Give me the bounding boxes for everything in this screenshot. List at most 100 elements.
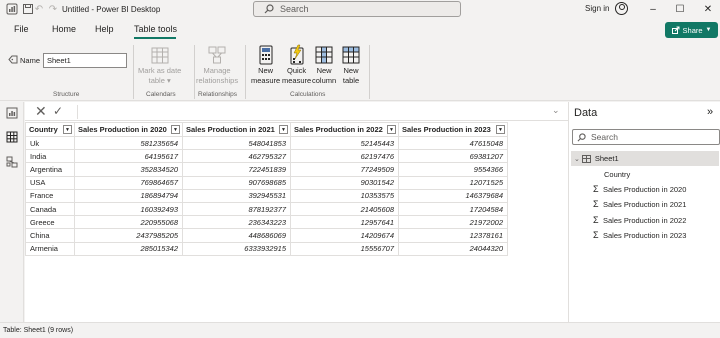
cell-2021[interactable]: 392945531 <box>182 188 291 203</box>
cell-2020[interactable]: 220955068 <box>74 215 183 230</box>
cell-2020[interactable]: 2437985205 <box>74 228 183 243</box>
cell-country[interactable]: India <box>25 149 75 164</box>
cell-2022[interactable]: 52145443 <box>290 135 399 151</box>
cell-2021[interactable]: 448686069 <box>182 228 291 243</box>
expand-formula-chevron-icon[interactable]: ⌄ <box>552 105 560 116</box>
filter-dropdown-icon[interactable]: ▼ <box>387 125 396 134</box>
cell-2022[interactable]: 15556707 <box>290 241 399 256</box>
ribbon-tabs: File Home Help Table tools <box>0 20 720 40</box>
cell-country[interactable]: Greece <box>25 215 75 230</box>
quick-measure-button[interactable]: Quick measure <box>282 44 311 86</box>
table-view-icon[interactable] <box>6 131 18 143</box>
report-view-icon[interactable] <box>6 107 18 119</box>
cell-2021[interactable]: 722451839 <box>182 162 291 177</box>
close-button[interactable]: ✕ <box>699 2 717 16</box>
cell-2021[interactable]: 907698685 <box>182 175 291 190</box>
maximize-button[interactable]: ☐ <box>671 2 689 16</box>
column-header-label: Country <box>29 125 58 134</box>
column-header-label: Sales Production in 2021 <box>186 125 275 134</box>
new-measure-button[interactable]: New measure <box>251 44 280 86</box>
formula-separator <box>77 105 78 119</box>
cell-2023[interactable]: 24044320 <box>398 241 508 256</box>
cancel-formula-icon[interactable]: ✕ <box>35 104 47 118</box>
table-view-canvas: ✕ ✓ ⌄ Country ▼ Sales Production in 2020 ▼… <box>25 102 568 322</box>
cell-2022[interactable]: 12957641 <box>290 215 399 230</box>
field-sales-2022[interactable]: Σ Sales Production in 2022 <box>593 214 686 226</box>
column-header-label: Sales Production in 2020 <box>78 125 167 134</box>
chevron-down-icon[interactable]: ⌄ <box>574 155 580 163</box>
status-bar: Table: Sheet1 (9 rows) <box>0 322 720 338</box>
cell-country[interactable]: USA <box>25 175 75 190</box>
cell-2022[interactable]: 10353575 <box>290 188 399 203</box>
user-avatar-icon[interactable] <box>615 2 628 15</box>
cell-2023[interactable]: 69381207 <box>398 149 508 164</box>
cell-2021[interactable]: 462795327 <box>182 149 291 164</box>
tree-item-sheet1[interactable]: ⌄ Sheet1 <box>571 151 719 166</box>
cell-2020[interactable]: 581235654 <box>74 135 183 151</box>
data-pane-search-input[interactable]: Search <box>572 129 720 145</box>
sign-in-link[interactable]: Sign in <box>585 4 609 13</box>
column-header-2021[interactable]: Sales Production in 2021 ▼ <box>182 122 291 137</box>
cell-2020[interactable]: 64195617 <box>74 149 183 164</box>
share-button[interactable]: Share ▼ <box>665 22 718 38</box>
cell-2022[interactable]: 21405608 <box>290 201 399 217</box>
cell-2022[interactable]: 14209674 <box>290 228 399 243</box>
undo-icon[interactable]: ↶ <box>33 3 45 15</box>
cell-2021[interactable]: 236343223 <box>182 215 291 230</box>
cell-2023[interactable]: 12378161 <box>398 228 508 243</box>
filter-dropdown-icon[interactable]: ▼ <box>496 125 505 134</box>
new-table-button[interactable]: New table <box>341 44 361 86</box>
cell-2023[interactable]: 9554366 <box>398 162 508 177</box>
cell-2021[interactable]: 548041853 <box>182 135 291 151</box>
cell-2020[interactable]: 186894794 <box>74 188 183 203</box>
mark-as-date-table-button[interactable]: Mark as date table ▾ <box>138 44 181 86</box>
cell-2023[interactable]: 12071525 <box>398 175 508 190</box>
quick-measure-icon <box>290 44 304 65</box>
cell-2022[interactable]: 77249509 <box>290 162 399 177</box>
cell-2023[interactable]: 17204584 <box>398 201 508 217</box>
table-name-input[interactable] <box>43 53 127 68</box>
cell-2023[interactable]: 146379684 <box>398 188 508 203</box>
redo-icon[interactable]: ↷ <box>47 3 59 15</box>
column-header-2020[interactable]: Sales Production in 2020 ▼ <box>74 122 183 137</box>
tab-help[interactable]: Help <box>95 24 114 34</box>
field-sales-2020[interactable]: Σ Sales Production in 2020 <box>593 183 686 195</box>
cell-country[interactable]: Armenia <box>25 241 75 256</box>
cell-2023[interactable]: 21972002 <box>398 215 508 230</box>
cell-2022[interactable]: 90301542 <box>290 175 399 190</box>
cell-country[interactable]: Uk <box>25 135 75 151</box>
field-country[interactable]: Country <box>604 168 630 180</box>
collapse-pane-icon[interactable]: » <box>707 106 713 118</box>
model-view-icon[interactable] <box>6 156 18 168</box>
tab-file[interactable]: File <box>14 24 29 34</box>
cell-2023[interactable]: 47615048 <box>398 135 508 151</box>
cell-2020[interactable]: 352834520 <box>74 162 183 177</box>
commit-formula-icon[interactable]: ✓ <box>53 104 63 118</box>
column-header-2022[interactable]: Sales Production in 2022 ▼ <box>290 122 399 137</box>
cell-country[interactable]: Argentina <box>25 162 75 177</box>
field-sales-2023[interactable]: Σ Sales Production in 2023 <box>593 229 686 241</box>
new-column-button[interactable]: New column <box>312 44 336 86</box>
cell-country[interactable]: Canada <box>25 201 75 217</box>
table-icon <box>581 154 591 163</box>
filter-dropdown-icon[interactable]: ▼ <box>279 125 288 134</box>
cell-2022[interactable]: 62197476 <box>290 149 399 164</box>
share-label: Share <box>682 25 703 35</box>
tab-home[interactable]: Home <box>52 24 76 34</box>
cell-2020[interactable]: 769864657 <box>74 175 183 190</box>
filter-dropdown-icon[interactable]: ▼ <box>63 125 72 134</box>
cell-2021[interactable]: 878192377 <box>182 201 291 217</box>
global-search-box[interactable]: Search <box>253 1 461 17</box>
tab-table-tools[interactable]: Table tools <box>134 24 177 34</box>
cell-2020[interactable]: 160392493 <box>74 201 183 217</box>
manage-relationships-button[interactable]: Manage relationships <box>196 44 238 86</box>
cell-2020[interactable]: 285015342 <box>74 241 183 256</box>
cell-country[interactable]: China <box>25 228 75 243</box>
field-sales-2021[interactable]: Σ Sales Production in 2021 <box>593 198 686 210</box>
filter-dropdown-icon[interactable]: ▼ <box>171 125 180 134</box>
column-header-2023[interactable]: Sales Production in 2023 ▼ <box>398 122 508 137</box>
minimize-button[interactable]: – <box>644 2 662 16</box>
cell-country[interactable]: France <box>25 188 75 203</box>
cell-2021[interactable]: 6333932915 <box>182 241 291 256</box>
column-header-country[interactable]: Country ▼ <box>25 122 75 137</box>
